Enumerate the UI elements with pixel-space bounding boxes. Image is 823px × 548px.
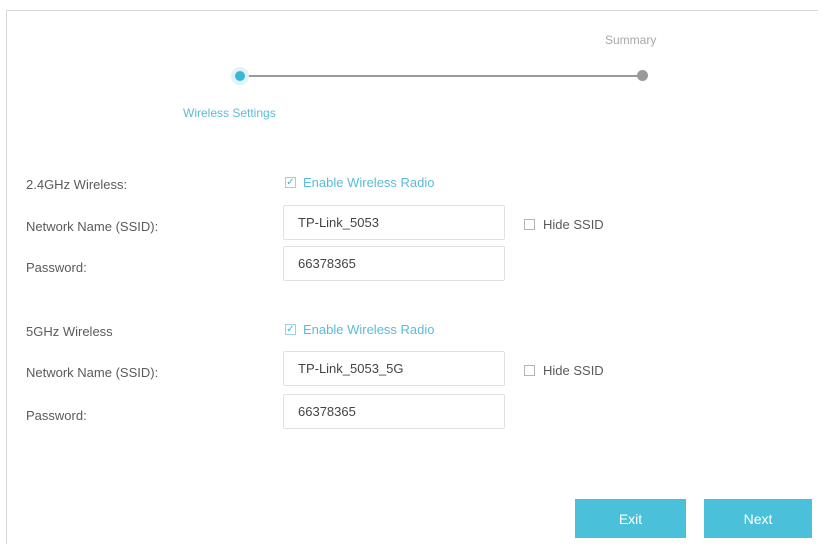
enable-radio-5ghz[interactable]: ✓ Enable Wireless Radio <box>285 322 435 337</box>
password-input-2-4ghz[interactable] <box>283 246 505 281</box>
password-input-5ghz[interactable] <box>283 394 505 429</box>
ssid-input-2-4ghz[interactable] <box>283 205 505 240</box>
password-label-5ghz: Password: <box>26 408 87 423</box>
checkbox-checked-icon[interactable]: ✓ <box>285 177 296 188</box>
section-label-5ghz: 5GHz Wireless <box>26 324 113 339</box>
step-indicator-wireless-settings <box>231 67 249 85</box>
hide-ssid-5ghz[interactable]: Hide SSID <box>524 363 604 378</box>
exit-button[interactable]: Exit <box>575 499 686 538</box>
hide-ssid-label: Hide SSID <box>543 363 604 378</box>
ssid-label-5ghz: Network Name (SSID): <box>26 365 159 380</box>
step-label-wireless-settings: Wireless Settings <box>183 106 276 120</box>
next-button[interactable]: Next <box>704 499 812 538</box>
enable-radio-label: Enable Wireless Radio <box>303 322 435 337</box>
hide-ssid-2-4ghz[interactable]: Hide SSID <box>524 217 604 232</box>
wireless-settings-panel: Summary Wireless Settings 2.4GHz Wireles… <box>6 10 818 544</box>
password-label-2-4ghz: Password: <box>26 260 87 275</box>
checkbox-unchecked-icon[interactable] <box>524 365 535 376</box>
step-indicator-summary <box>637 70 648 81</box>
ssid-label-2-4ghz: Network Name (SSID): <box>26 219 159 234</box>
ssid-input-5ghz[interactable] <box>283 351 505 386</box>
enable-radio-label: Enable Wireless Radio <box>303 175 435 190</box>
checkbox-checked-icon[interactable]: ✓ <box>285 324 296 335</box>
step-label-summary: Summary <box>605 33 657 47</box>
hide-ssid-label: Hide SSID <box>543 217 604 232</box>
checkbox-unchecked-icon[interactable] <box>524 219 535 230</box>
stepper-line <box>239 75 643 77</box>
section-label-2-4ghz: 2.4GHz Wireless: <box>26 177 128 192</box>
enable-radio-2-4ghz[interactable]: ✓ Enable Wireless Radio <box>285 175 435 190</box>
